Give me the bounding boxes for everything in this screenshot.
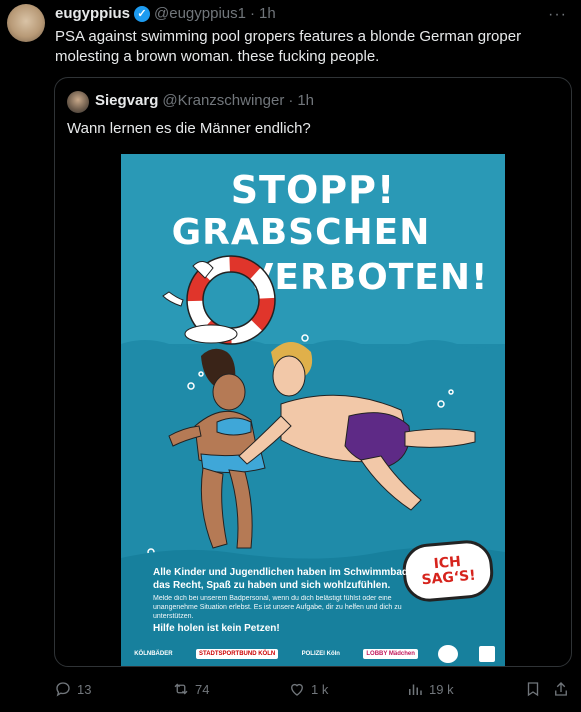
verified-badge-icon: ✓: [134, 5, 151, 22]
tweet-header: eugyppius ✓ @eugyppius1 · 1h: [55, 5, 276, 22]
logo-koelnbaeder: KÖLNBÄDER: [134, 651, 173, 657]
repost-icon: [174, 683, 188, 695]
tweet-text: PSA against swimming pool gropers featur…: [55, 28, 522, 65]
quote-text: Wann lernen es die Männer endlich?: [67, 120, 311, 137]
heart-icon: [291, 683, 303, 696]
logo-lobby-maedchen: LOBBY Mädchen: [363, 649, 418, 659]
quote-header: Siegvarg @Kranzschwinger · 1h: [95, 92, 314, 109]
bookmark-button[interactable]: [524, 680, 542, 698]
repost-button[interactable]: 74: [172, 680, 209, 698]
reply-button[interactable]: 13: [54, 680, 91, 698]
dot-separator: ·: [249, 5, 255, 22]
quote-time: 1h: [297, 92, 315, 109]
speech-line2: SAG‘S!: [420, 567, 477, 589]
reply-icon: [56, 682, 70, 697]
quote-author-handle: @Kranzschwinger: [162, 92, 285, 109]
repost-count: 74: [195, 681, 210, 697]
views-icon: [409, 684, 422, 695]
quote-author-avatar: [67, 91, 89, 113]
reply-count: 13: [77, 681, 92, 697]
like-button[interactable]: 1 k: [288, 680, 328, 698]
author-avatar[interactable]: [7, 4, 45, 42]
tweet-time[interactable]: 1h: [259, 5, 276, 22]
poster-logos: KÖLNBÄDER STADTSPORTBUND KÖLN POLIZEI Kö…: [121, 642, 505, 666]
author-handle[interactable]: @eugyppius1: [154, 5, 246, 22]
poster-small-text: Melde dich bei unserem Badpersonal, wenn…: [153, 595, 402, 620]
logo-polizei: POLIZEI Köln: [301, 651, 340, 657]
more-options-icon[interactable]: ···: [548, 6, 567, 24]
view-count: 19 k: [429, 681, 454, 697]
poster-image[interactable]: STOPP! GRABSCHEN VERBOTEN! ICH SAG‘S! Al…: [121, 154, 505, 666]
share-icon: [555, 682, 567, 696]
quoted-tweet[interactable]: Siegvarg @Kranzschwinger · 1h Wann lerne…: [54, 77, 572, 667]
bookmark-icon: [527, 682, 539, 697]
share-button[interactable]: [552, 680, 570, 698]
author-name[interactable]: eugyppius: [55, 5, 130, 22]
poster-help-text: Hilfe holen ist kein Petzen!: [153, 623, 280, 634]
views-button[interactable]: 19 k: [406, 680, 454, 698]
logo-figure-icon: [478, 646, 495, 662]
logo-emblem-icon: [438, 645, 459, 663]
like-count: 1 k: [311, 681, 329, 697]
logo-stadtsportbund: STADTSPORTBUND KÖLN: [195, 649, 279, 659]
quote-author-name: Siegvarg: [95, 92, 159, 109]
poster-main-text: Alle Kinder und Jugendlichen haben im Sc…: [153, 567, 409, 591]
dot-separator: ·: [288, 92, 294, 109]
